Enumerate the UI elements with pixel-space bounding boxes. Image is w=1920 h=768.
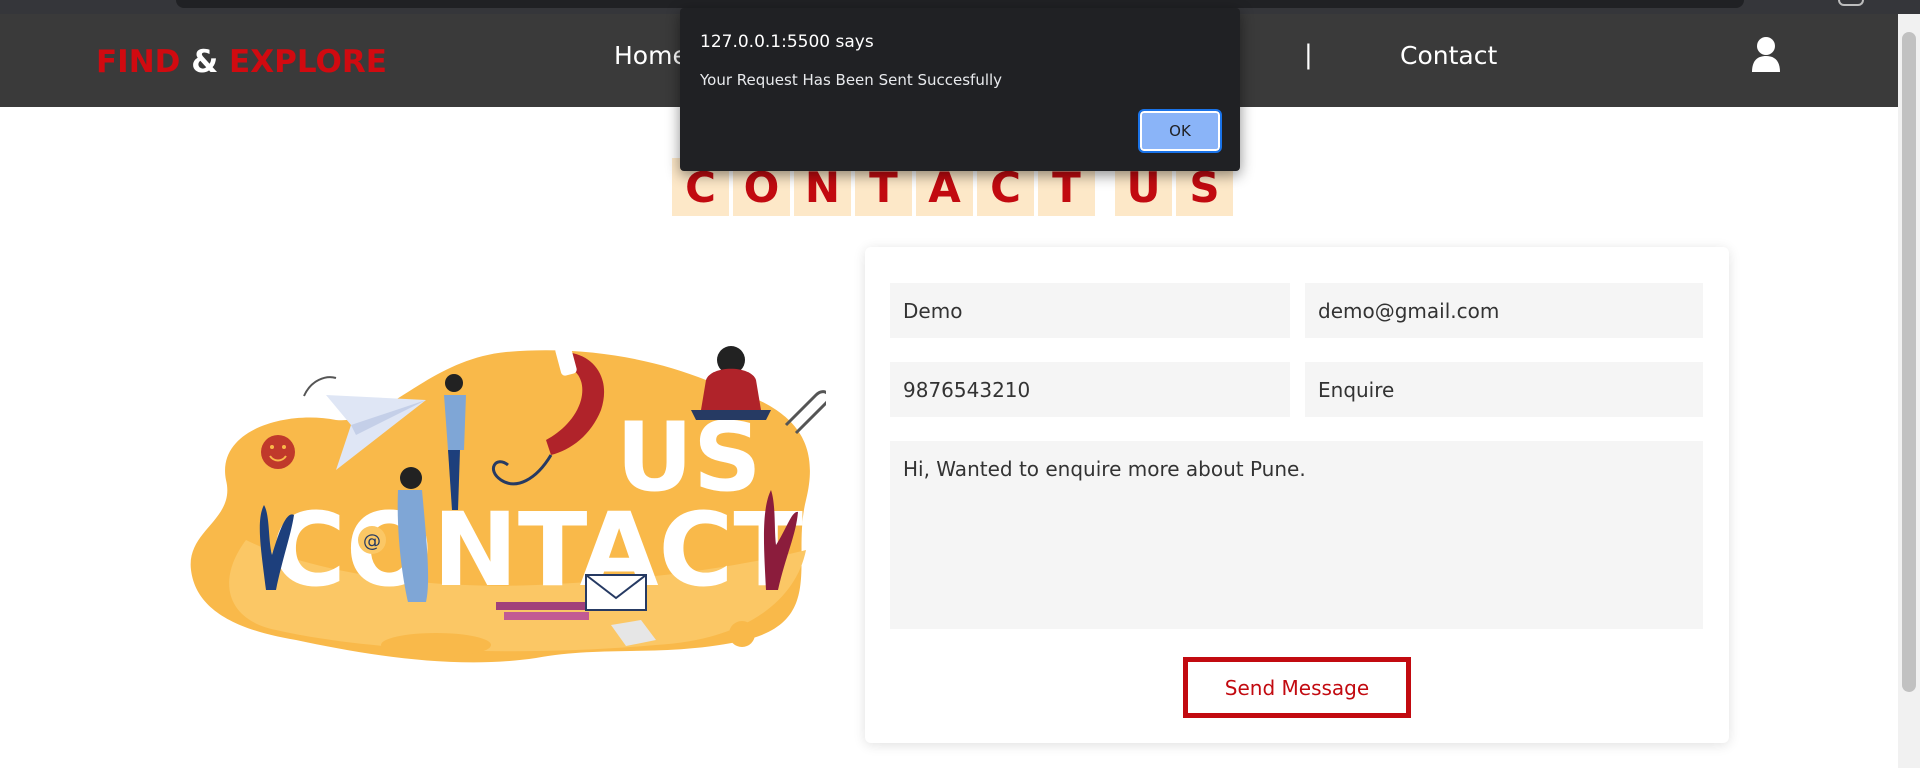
message-textarea[interactable]: Hi, Wanted to enquire more about Pune. (890, 441, 1703, 629)
site-logo[interactable]: FIND & EXPLORE (96, 44, 387, 80)
alert-dialog: 127.0.0.1:5500 says Your Request Has Bee… (680, 8, 1240, 171)
contact-form: Demo demo@gmail.com 9876543210 Enquire H… (865, 247, 1729, 743)
dialog-message: Your Request Has Been Sent Succesfully (700, 71, 1003, 89)
blob-shadow (381, 633, 491, 657)
extension-icon[interactable] (1838, 0, 1864, 6)
dialog-origin: 127.0.0.1:5500 says (700, 32, 874, 52)
logo-ampersand: & (191, 44, 219, 80)
blob-dot (729, 621, 755, 647)
user-icon[interactable] (1750, 36, 1782, 72)
svg-text:@: @ (363, 531, 381, 552)
logo-explore: EXPLORE (229, 44, 387, 80)
name-field[interactable]: Demo (890, 283, 1290, 338)
email-field[interactable]: demo@gmail.com (1305, 283, 1703, 338)
subject-field[interactable]: Enquire (1305, 362, 1703, 417)
illustration-word-contact: CONTACT (271, 491, 803, 610)
nav-separator: | (1304, 40, 1313, 70)
book-stack (496, 602, 591, 610)
page-scrollbar[interactable] (1898, 14, 1920, 768)
person-sitting (701, 368, 761, 410)
nav-link-home[interactable]: Home (614, 41, 688, 70)
contact-us-illustration: US CONTACT @ (190, 344, 826, 663)
scrollbar-thumb[interactable] (1902, 32, 1916, 692)
phone-field[interactable]: 9876543210 (890, 362, 1290, 417)
logo-find: FIND (96, 44, 181, 80)
smiley-icon (261, 435, 295, 469)
envelope-icon (585, 574, 647, 611)
dialog-ok-button[interactable]: OK (1138, 109, 1222, 153)
nav-link-contact[interactable]: Contact (1400, 41, 1497, 70)
send-message-button[interactable]: Send Message (1183, 657, 1411, 718)
address-bar[interactable] (176, 0, 1744, 8)
